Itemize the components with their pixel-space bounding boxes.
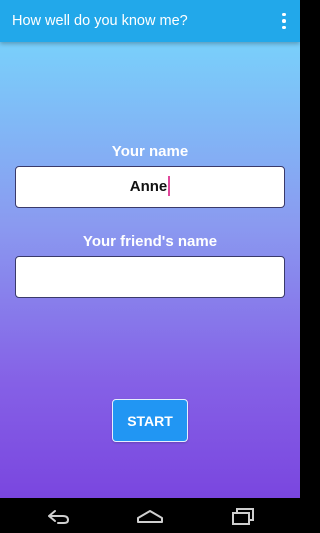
recents-icon[interactable]	[228, 505, 258, 527]
your-name-input[interactable]: Anne	[15, 166, 285, 208]
friend-name-input[interactable]	[15, 256, 285, 298]
start-button-label: START	[127, 412, 173, 429]
your-name-value: Anne	[129, 178, 168, 195]
text-cursor	[168, 176, 171, 197]
main-content: Your name Anne Your friend's name START	[0, 42, 300, 498]
system-nav-bar	[0, 498, 300, 533]
back-icon[interactable]	[43, 505, 73, 527]
overflow-menu-icon[interactable]	[272, 7, 296, 35]
app-bar: How well do you know me?	[0, 0, 300, 42]
home-icon[interactable]	[135, 505, 165, 527]
your-name-label: Your name	[111, 143, 189, 160]
start-button[interactable]: START	[112, 399, 188, 442]
app-title: How well do you know me?	[12, 13, 188, 29]
friend-name-label: Your friend's name	[82, 233, 218, 250]
